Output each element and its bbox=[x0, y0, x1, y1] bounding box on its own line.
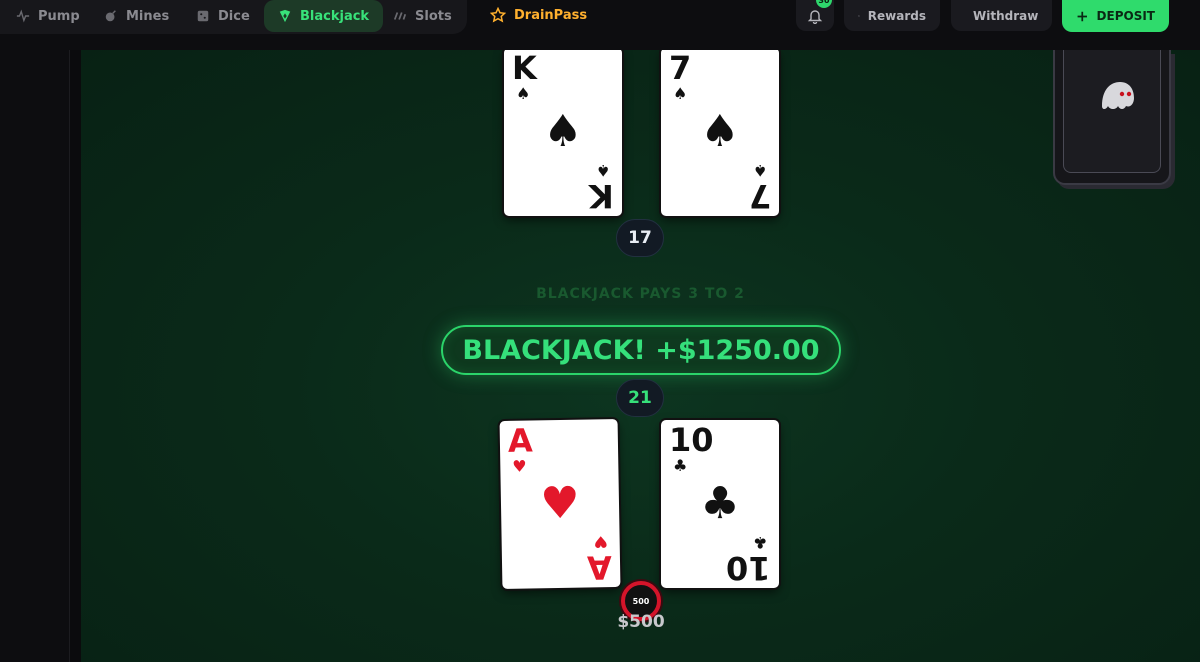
nav-blackjack[interactable]: Blackjack bbox=[264, 0, 384, 32]
deck-card-back bbox=[1063, 50, 1161, 173]
plus-icon bbox=[1077, 11, 1087, 21]
bell-icon bbox=[807, 9, 823, 24]
star-outline-icon bbox=[858, 14, 860, 17]
club-icon: ♣ bbox=[752, 533, 767, 552]
card-rank: 10 bbox=[669, 421, 714, 459]
drainpass-link[interactable]: DrainPass bbox=[490, 0, 587, 30]
result-banner: BLACKJACK! +$1250.00 bbox=[441, 325, 841, 375]
nav-pump[interactable]: Pump bbox=[16, 0, 80, 32]
dealer-score: 17 bbox=[616, 219, 664, 257]
nav-blackjack-label: Blackjack bbox=[300, 8, 370, 24]
rewards-label: Rewards bbox=[867, 8, 926, 23]
payout-rule: BLACKJACK PAYS 3 TO 2 bbox=[536, 286, 745, 302]
bet-amount: $500 bbox=[617, 612, 665, 632]
dealer-card-2: 7 ♠ ♠ ♠ 7 bbox=[661, 50, 779, 216]
nav-mines-label: Mines bbox=[126, 8, 170, 24]
rewards-button[interactable]: Rewards bbox=[844, 0, 940, 31]
card-shoe bbox=[1053, 50, 1171, 185]
pulse-icon bbox=[16, 9, 30, 23]
blackjack-icon bbox=[279, 9, 291, 23]
card-rank: K bbox=[512, 50, 537, 87]
dealer-card-1: K ♠ ♠ ♠ K bbox=[504, 50, 622, 216]
nav-dice[interactable]: Dice bbox=[196, 0, 250, 32]
player-score: 21 bbox=[616, 379, 664, 417]
nav-slots-label: Slots bbox=[415, 8, 452, 24]
card-rank: A bbox=[507, 421, 533, 460]
nav-slots[interactable]: Slots bbox=[393, 0, 452, 32]
card-rank: 7 bbox=[748, 177, 771, 215]
drainpass-label: DrainPass bbox=[514, 7, 588, 23]
star-icon bbox=[490, 7, 506, 23]
heart-icon: ♥ bbox=[593, 532, 608, 552]
deposit-label: DEPOSIT bbox=[1096, 9, 1155, 23]
heart-icon: ♥ bbox=[539, 477, 581, 530]
player-card-1: A ♥ ♥ ♥ A bbox=[499, 418, 621, 590]
player-card-2: 10 ♣ ♣ ♣ 10 bbox=[661, 420, 779, 588]
spade-icon: ♠ bbox=[673, 84, 688, 103]
slots-icon bbox=[393, 12, 407, 20]
bomb-icon bbox=[105, 10, 116, 22]
card-rank: K bbox=[589, 177, 614, 215]
spade-icon: ♠ bbox=[700, 106, 740, 157]
deposit-button[interactable]: DEPOSIT bbox=[1062, 0, 1169, 32]
card-rank: 10 bbox=[726, 549, 771, 587]
spade-icon: ♠ bbox=[595, 161, 610, 180]
card-rank: 7 bbox=[669, 50, 692, 87]
club-icon: ♣ bbox=[673, 456, 688, 475]
card-rank: A bbox=[587, 548, 613, 587]
dice-icon bbox=[197, 10, 209, 22]
withdraw-label: Withdraw bbox=[973, 8, 1039, 23]
withdraw-button[interactable]: Withdraw bbox=[951, 0, 1052, 31]
heart-icon: ♥ bbox=[512, 456, 527, 476]
nav-dice-label: Dice bbox=[218, 8, 250, 24]
ghost-icon bbox=[1102, 82, 1134, 109]
top-nav: Pump Mines Dice Blackjack Slots DrainPas… bbox=[0, 0, 1200, 50]
left-sidebar bbox=[0, 50, 70, 662]
nav-pump-label: Pump bbox=[38, 8, 80, 24]
nav-mines[interactable]: Mines bbox=[104, 0, 169, 32]
notifications-button[interactable]: 30 bbox=[796, 0, 834, 31]
club-icon: ♣ bbox=[700, 478, 740, 529]
spade-icon: ♠ bbox=[752, 161, 767, 180]
spade-icon: ♠ bbox=[516, 84, 531, 103]
blackjack-table: K ♠ ♠ ♠ K 7 ♠ ♠ ♠ 7 17 BLACKJACK PAYS 3 … bbox=[81, 50, 1200, 662]
spade-icon: ♠ bbox=[543, 106, 583, 157]
